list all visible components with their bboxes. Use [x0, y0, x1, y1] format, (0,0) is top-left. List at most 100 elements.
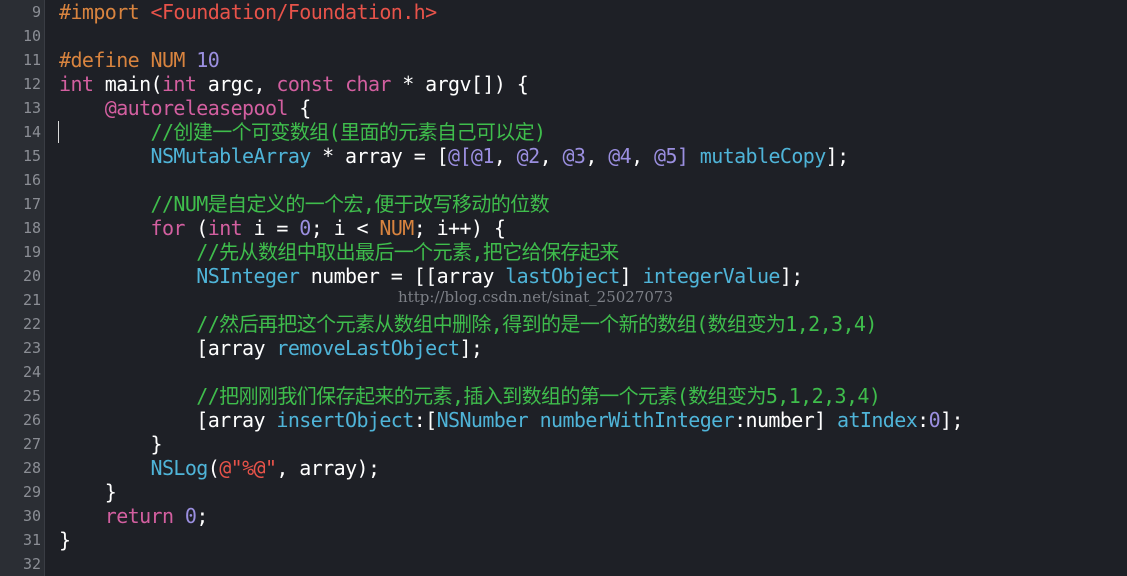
code-text[interactable]: [array insertObject:[NSNumber numberWith…: [59, 408, 963, 432]
code-token-plain: }: [59, 528, 71, 552]
watermark-text: http://blog.csdn.net/sinat_25027073: [398, 288, 674, 306]
code-line[interactable]: 26 [array insertObject:[NSNumber numberW…: [0, 408, 1127, 432]
code-token-preprocessor: NUM: [150, 48, 197, 72]
code-token-plain: ; i++) {: [413, 216, 506, 240]
code-text[interactable]: NSInteger number = [[array lastObject] i…: [59, 264, 803, 288]
code-text[interactable]: @autoreleasepool {: [59, 96, 312, 120]
code-text[interactable]: for (int i = 0; i < NUM; i++) {: [59, 216, 506, 240]
code-line[interactable]: 30 return 0;: [0, 504, 1127, 528]
line-number: 14: [22, 123, 41, 141]
code-line[interactable]: 10: [0, 24, 1127, 48]
code-text[interactable]: //然后再把这个元素从数组中删除,得到的是一个新的数组(数组变为1,2,3,4): [59, 312, 877, 336]
code-line[interactable]: 17 //NUM是自定义的一个宏,便于改写移动的位数: [0, 192, 1127, 216]
code-line[interactable]: 24: [0, 360, 1127, 384]
code-line[interactable]: 28 NSLog(@"%@", array);: [0, 456, 1127, 480]
code-token-plain: main(: [93, 72, 163, 96]
code-line[interactable]: 31}: [0, 528, 1127, 552]
code-token-preprocessor: #define: [59, 48, 151, 72]
code-editor[interactable]: 9 #import <Foundation/Foundation.h> 10 11 #d…: [0, 0, 1127, 576]
line-number: 23: [22, 339, 41, 357]
code-line[interactable]: 16: [0, 168, 1127, 192]
line-number: 28: [22, 459, 41, 477]
code-token-type: NSInteger: [196, 264, 300, 288]
code-line[interactable]: 18 for (int i = 0; i < NUM; i++) {: [0, 216, 1127, 240]
code-token-plain: :: [917, 408, 929, 432]
code-line[interactable]: 20 NSInteger number = [[array lastObject…: [0, 264, 1127, 288]
code-token-plain: ];: [825, 144, 849, 168]
code-token-comment: //把刚刚我们保存起来的元素,插入到数组的第一个元素(数组变为5,1,2,3,4…: [196, 384, 881, 408]
code-token-number: @4: [608, 144, 632, 168]
code-line[interactable]: 13 @autoreleasepool {: [0, 96, 1127, 120]
code-token-number: 0: [184, 504, 197, 528]
code-text[interactable]: #import <Foundation/Foundation.h>: [59, 0, 437, 24]
code-line[interactable]: 23 [array removeLastObject];: [0, 336, 1127, 360]
code-text[interactable]: [array removeLastObject];: [59, 336, 483, 360]
code-token-number: @[@1: [448, 144, 494, 168]
code-token-keyword: @autoreleasepool: [104, 96, 289, 120]
code-text[interactable]: //先从数组中取出最后一个元素,把它给保存起来: [59, 240, 619, 264]
code-token-plain: ];: [459, 336, 483, 360]
line-number: 16: [22, 171, 41, 189]
code-token-plain: ];: [940, 408, 963, 432]
code-text[interactable]: }: [59, 480, 117, 504]
code-token-plain: {: [287, 96, 311, 120]
code-token-plain: }: [59, 480, 117, 504]
code-token-preprocessor: #import: [59, 0, 151, 24]
line-number: 25: [22, 387, 41, 405]
code-line[interactable]: 12 int main(int argc, const char * argv[]…: [0, 72, 1127, 96]
code-token-plain: [array: [59, 336, 277, 360]
line-number: 20: [22, 267, 41, 285]
code-token-plain: ,: [585, 144, 609, 168]
code-line[interactable]: 32: [0, 552, 1127, 576]
code-token-comment: //创建一个可变数组(里面的元素自己可以定): [150, 120, 547, 144]
code-token-plain: :number]: [734, 408, 838, 432]
code-token-method: insertObject: [276, 408, 414, 432]
line-number: 30: [22, 507, 41, 525]
code-token-plain: (: [207, 456, 220, 480]
code-line[interactable]: 14 //创建一个可变数组(里面的元素自己可以定): [0, 120, 1127, 144]
line-number: 18: [22, 219, 41, 237]
code-line[interactable]: 19 //先从数组中取出最后一个元素,把它给保存起来: [0, 240, 1127, 264]
code-line[interactable]: 27 }: [0, 432, 1127, 456]
code-text[interactable]: #define NUM 10: [59, 48, 220, 72]
code-line[interactable]: 25 //把刚刚我们保存起来的元素,插入到数组的第一个元素(数组变为5,1,2,…: [0, 384, 1127, 408]
code-token-method: atIndex: [837, 408, 918, 432]
code-line[interactable]: 15 NSMutableArray * array = [@[@1, @2, @…: [0, 144, 1127, 168]
code-text[interactable]: }: [59, 432, 163, 456]
code-token-method: NSLog: [150, 456, 209, 480]
code-line[interactable]: 11 #define NUM 10: [0, 48, 1127, 72]
code-token-method: lastObject: [505, 264, 620, 288]
line-number: 19: [22, 243, 41, 261]
code-token-number: 10: [196, 48, 220, 72]
code-text[interactable]: NSMutableArray * array = [@[@1, @2, @3, …: [59, 144, 850, 168]
code-line[interactable]: 29 }: [0, 480, 1127, 504]
code-token-plain: (: [184, 216, 208, 240]
line-number: 29: [22, 483, 41, 501]
code-token-number: @3: [562, 144, 586, 168]
code-line[interactable]: 22 //然后再把这个元素从数组中删除,得到的是一个新的数组(数组变为1,2,3…: [0, 312, 1127, 336]
code-text[interactable]: int main(int argc, const char * argv[]) …: [59, 72, 529, 96]
code-line[interactable]: 9 #import <Foundation/Foundation.h>: [0, 0, 1127, 24]
code-token-type: NSNumber: [436, 408, 529, 432]
code-text[interactable]: //创建一个可变数组(里面的元素自己可以定): [59, 120, 547, 144]
code-text[interactable]: //把刚刚我们保存起来的元素,插入到数组的第一个元素(数组变为5,1,2,3,4…: [59, 384, 881, 408]
line-number: 10: [22, 27, 41, 45]
code-token-comment: //然后再把这个元素从数组中删除,得到的是一个新的数组(数组变为1,2,3,4): [196, 312, 877, 336]
code-token-keyword: int: [207, 216, 243, 240]
code-token-number: 0: [928, 408, 941, 432]
code-text[interactable]: }: [59, 528, 71, 552]
line-number: 11: [22, 51, 41, 69]
code-token-plain: i =: [242, 216, 300, 240]
code-text[interactable]: //NUM是自定义的一个宏,便于改写移动的位数: [59, 192, 550, 216]
code-token-plain: * array = [: [310, 144, 449, 168]
code-token-method: integerValue: [642, 264, 781, 288]
code-text[interactable]: return 0;: [59, 504, 209, 528]
code-token-comment: //先从数组中取出最后一个元素,把它给保存起来: [196, 240, 619, 264]
code-text[interactable]: NSLog(@"%@", array);: [59, 456, 380, 480]
